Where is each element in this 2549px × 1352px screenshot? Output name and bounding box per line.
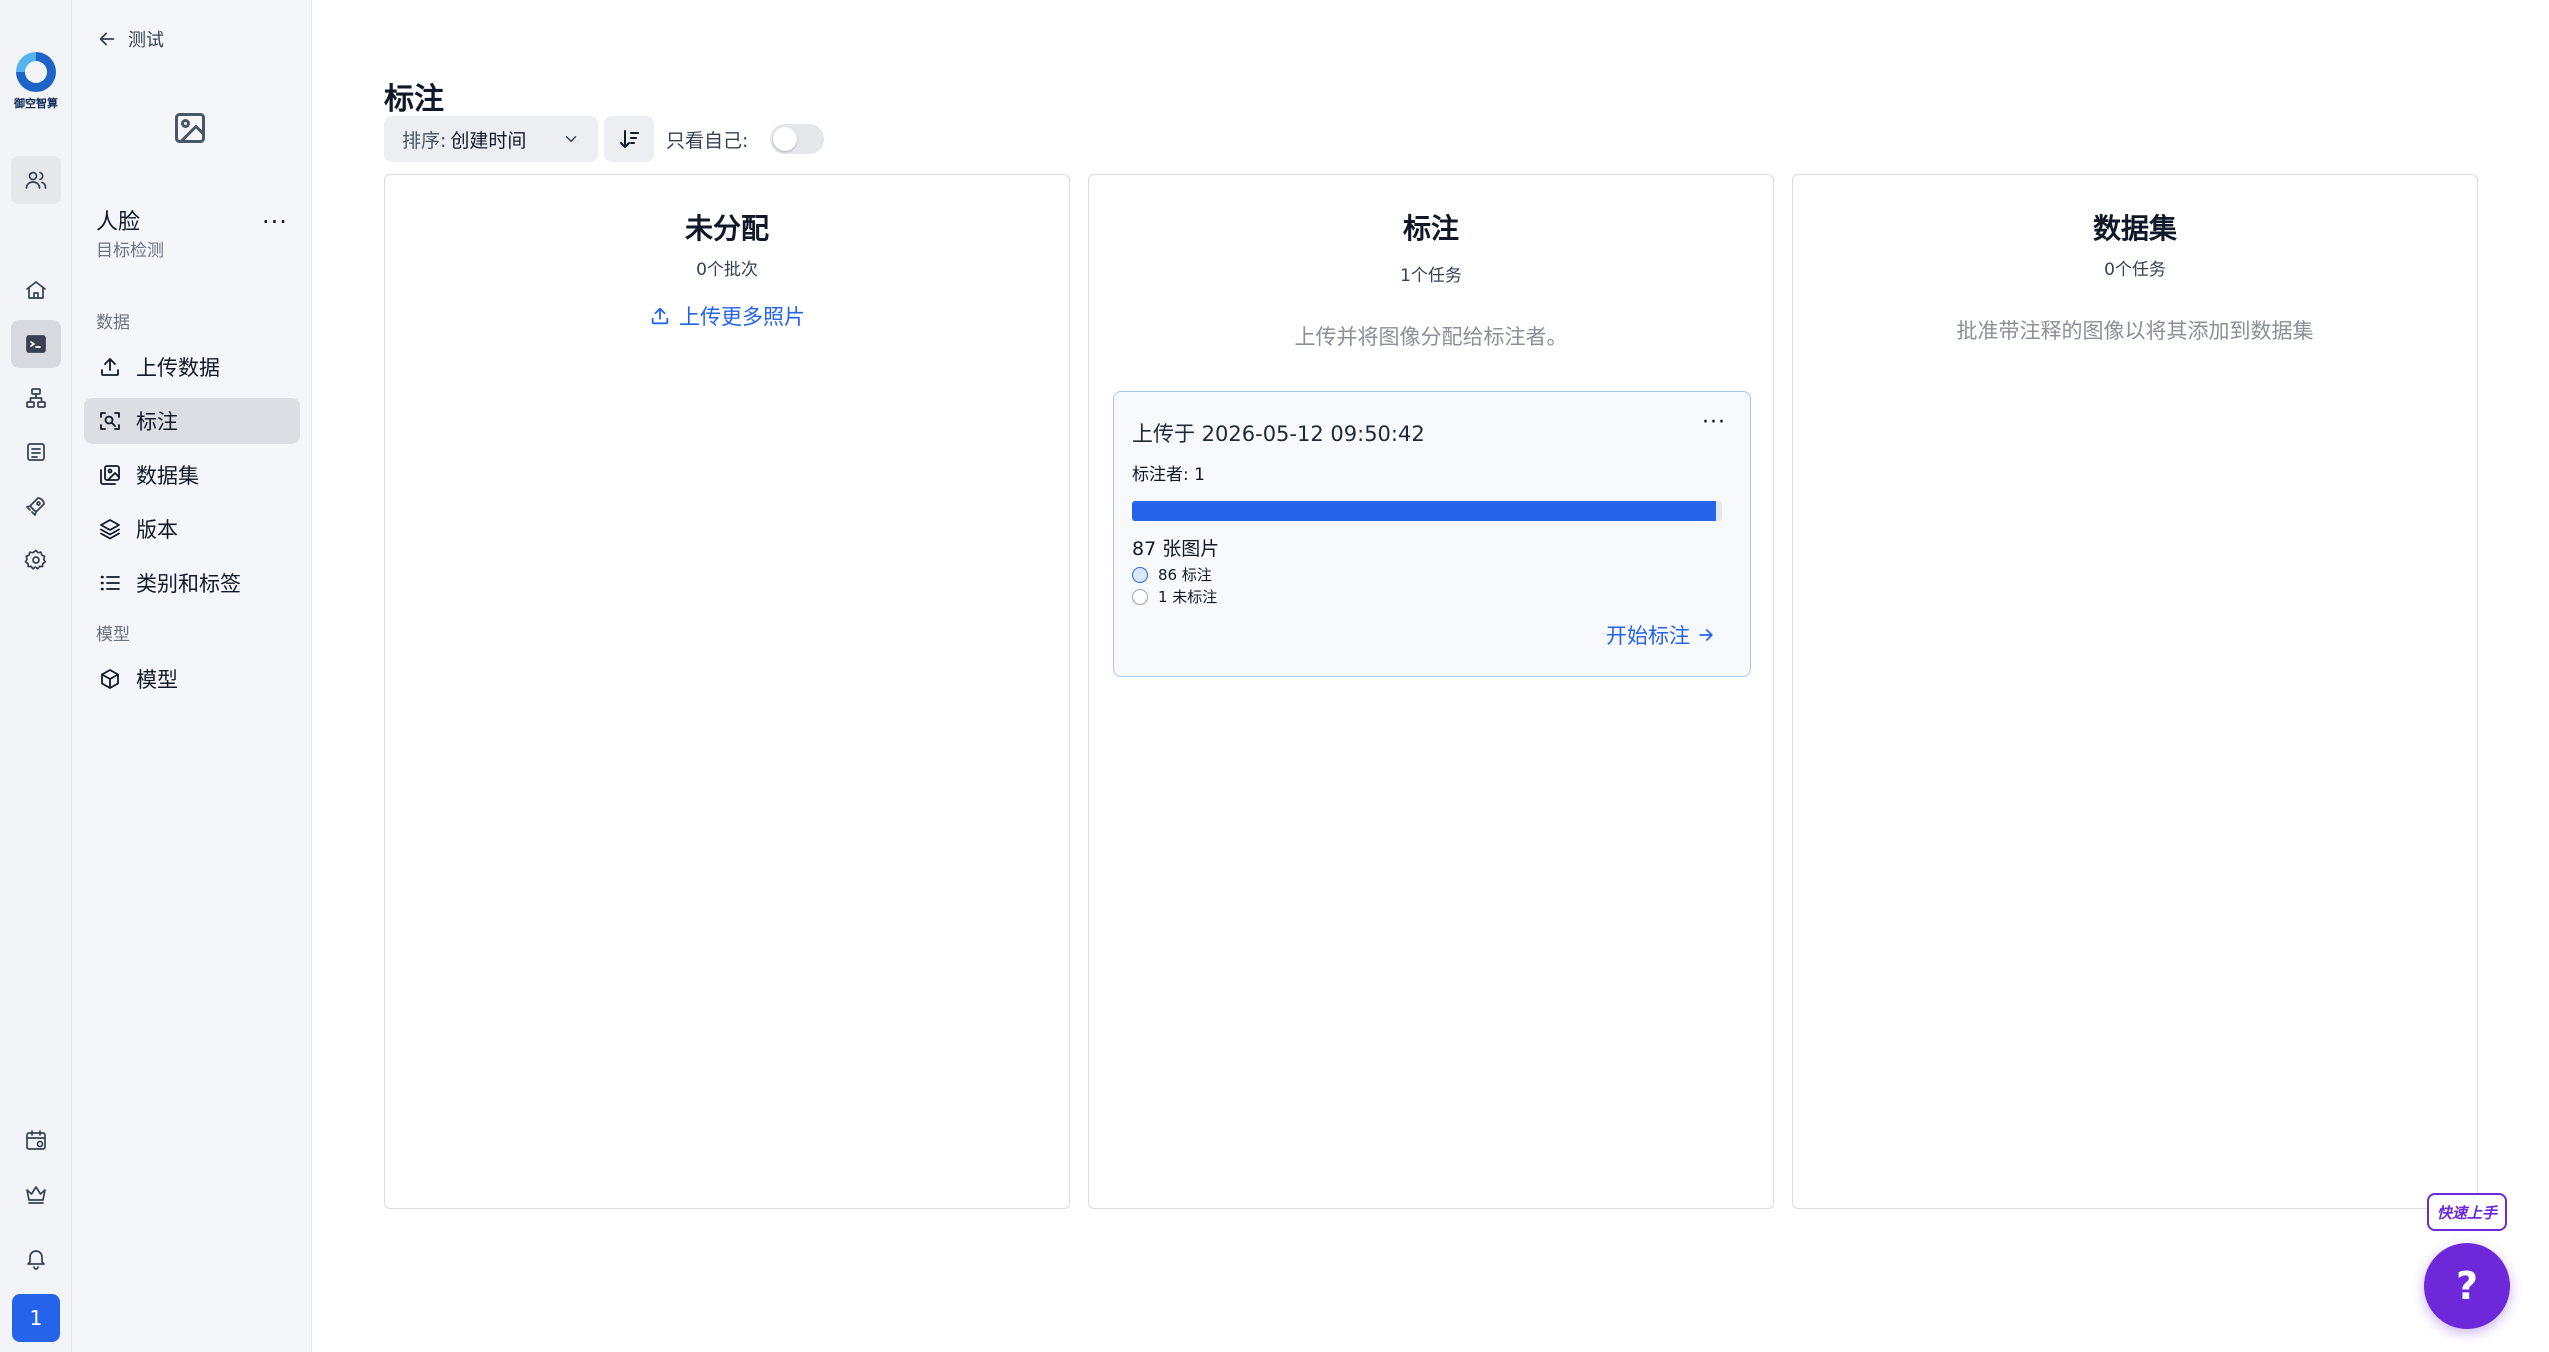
sort-order-button[interactable] [604, 116, 654, 162]
project-sidebar: 测试 人脸 目标检测 ··· 数据 上传数据 标注 数据集 版本 类别和标签 模… [72, 0, 312, 1352]
sidebar-item-versions[interactable]: 版本 [84, 506, 300, 552]
home-icon [26, 281, 46, 299]
column-subtitle: 1个任务 [1400, 266, 1462, 286]
legend-unannotated-label: 1 未标注 [1158, 588, 1218, 606]
sidebar-item-annotate[interactable]: 标注 [84, 398, 300, 444]
column-title: 标注 [1402, 212, 1459, 245]
progress-bar [1132, 501, 1722, 521]
arrow-right-icon [1699, 629, 1713, 641]
project-name: 人脸 [96, 210, 141, 235]
start-annotating-label: 开始标注 [1606, 624, 1690, 648]
gear-icon [24, 549, 47, 570]
settings-button[interactable] [11, 536, 61, 584]
chevron-down-icon [565, 136, 577, 142]
gallery-icon [100, 465, 120, 485]
upload-timestamp: 上传于 2026-05-12 09:50:42 [1132, 422, 1425, 446]
crown-icon [26, 1186, 46, 1204]
sidebar-item-upload[interactable]: 上传数据 [84, 344, 300, 390]
sidebar-item-label: 版本 [136, 518, 178, 542]
annotation-job-card[interactable]: 上传于 2026-05-12 09:50:42 ··· 标注者: 1 87 张图… [1113, 391, 1751, 677]
start-annotating-link[interactable]: 开始标注 [1606, 620, 1716, 650]
upgrade-button[interactable] [11, 1170, 61, 1218]
annotated-dot-icon [1132, 566, 1148, 583]
notifications-button[interactable] [11, 1234, 61, 1282]
terminal-icon [26, 335, 46, 353]
sidebar-item-classes[interactable]: 类别和标签 [84, 560, 300, 606]
upload-icon [101, 358, 119, 376]
job-more-button[interactable]: ··· [1702, 410, 1726, 435]
unannotated-dot-icon [1132, 588, 1148, 605]
project-more-button[interactable]: ··· [262, 210, 288, 234]
bell-icon [27, 1250, 45, 1270]
column-hint: 批准带注释的图像以将其添加到数据集 [1956, 319, 2314, 343]
layers-icon [100, 519, 120, 540]
section-model-label: 模型 [96, 625, 130, 645]
sidebar-item-label: 模型 [136, 668, 178, 692]
annotator-count: 标注者: 1 [1132, 465, 1205, 485]
column-annotating: 标注 1个任务 上传并将图像分配给标注者。 上传于 2026-05-12 09:… [1088, 174, 1774, 1209]
team-button[interactable] [11, 156, 61, 204]
annotate-icon [100, 412, 120, 430]
projects-button[interactable] [11, 320, 61, 368]
list-icon [100, 575, 120, 591]
sort-key-label: 排序: [402, 129, 447, 152]
column-title: 数据集 [2092, 212, 2177, 245]
icon-rail: 御空智算 1 [0, 0, 72, 1352]
sort-descending-icon [620, 130, 639, 148]
only-me-toggle[interactable] [770, 124, 824, 154]
column-dataset: 数据集 0个任务 批准带注释的图像以将其添加到数据集 [1792, 174, 2478, 1209]
image-count: 87 张图片 [1132, 538, 1220, 560]
arrow-left-icon [99, 32, 115, 46]
sort-value: 创建时间 [450, 129, 527, 152]
column-title: 未分配 [684, 212, 769, 245]
user-avatar[interactable]: 1 [12, 1294, 60, 1342]
column-subtitle: 0个任务 [2104, 260, 2166, 280]
users-icon [25, 171, 47, 189]
only-me-label: 只看自己: [666, 130, 749, 152]
sitemap-icon [26, 388, 46, 408]
section-data-label: 数据 [96, 313, 130, 333]
calendar-icon [26, 1130, 46, 1150]
column-unassigned: 未分配 0个批次 上传更多照片 [384, 174, 1070, 1209]
logo-text: 御空智算 [14, 97, 58, 110]
deploy-button[interactable] [11, 482, 61, 530]
back-label: 测试 [128, 30, 164, 51]
image-icon [175, 113, 205, 143]
upload-more-link[interactable]: 上传更多照片 [385, 301, 1069, 331]
calendar-button[interactable] [11, 1116, 61, 1164]
sort-select[interactable]: 排序: 创建时间 [384, 116, 598, 162]
cube-icon [101, 669, 119, 689]
sidebar-item-label: 上传数据 [136, 356, 220, 380]
sidebar-item-dataset[interactable]: 数据集 [84, 452, 300, 498]
workflow-button[interactable] [11, 374, 61, 422]
legend-annotated-label: 86 标注 [1158, 566, 1212, 584]
page-title: 标注 [384, 82, 444, 117]
rocket-icon [26, 497, 45, 516]
sidebar-item-label: 标注 [136, 410, 178, 434]
legend-unannotated: 1 未标注 [1132, 586, 1217, 607]
upload-icon [651, 307, 669, 325]
brand-logo[interactable]: 御空智算 [12, 52, 60, 114]
back-link[interactable]: 测试 [96, 26, 164, 52]
quick-start-button[interactable]: 快速上手 [2427, 1193, 2507, 1231]
logo-mark-icon [16, 52, 56, 92]
project-thumbnail[interactable] [172, 110, 208, 146]
column-hint: 上传并将图像分配给标注者。 [1294, 325, 1568, 349]
sidebar-item-label: 数据集 [136, 464, 199, 488]
document-icon [27, 443, 45, 461]
docs-button[interactable] [11, 428, 61, 476]
sidebar-item-model[interactable]: 模型 [84, 656, 300, 702]
help-button[interactable]: ? [2424, 1243, 2510, 1329]
legend-annotated: 86 标注 [1132, 564, 1212, 585]
column-subtitle: 0个批次 [696, 260, 758, 280]
sidebar-item-label: 类别和标签 [136, 572, 241, 596]
progress-fill [1132, 501, 1716, 521]
home-button[interactable] [11, 266, 61, 314]
project-type: 目标检测 [96, 241, 164, 261]
upload-more-label: 上传更多照片 [679, 305, 805, 329]
